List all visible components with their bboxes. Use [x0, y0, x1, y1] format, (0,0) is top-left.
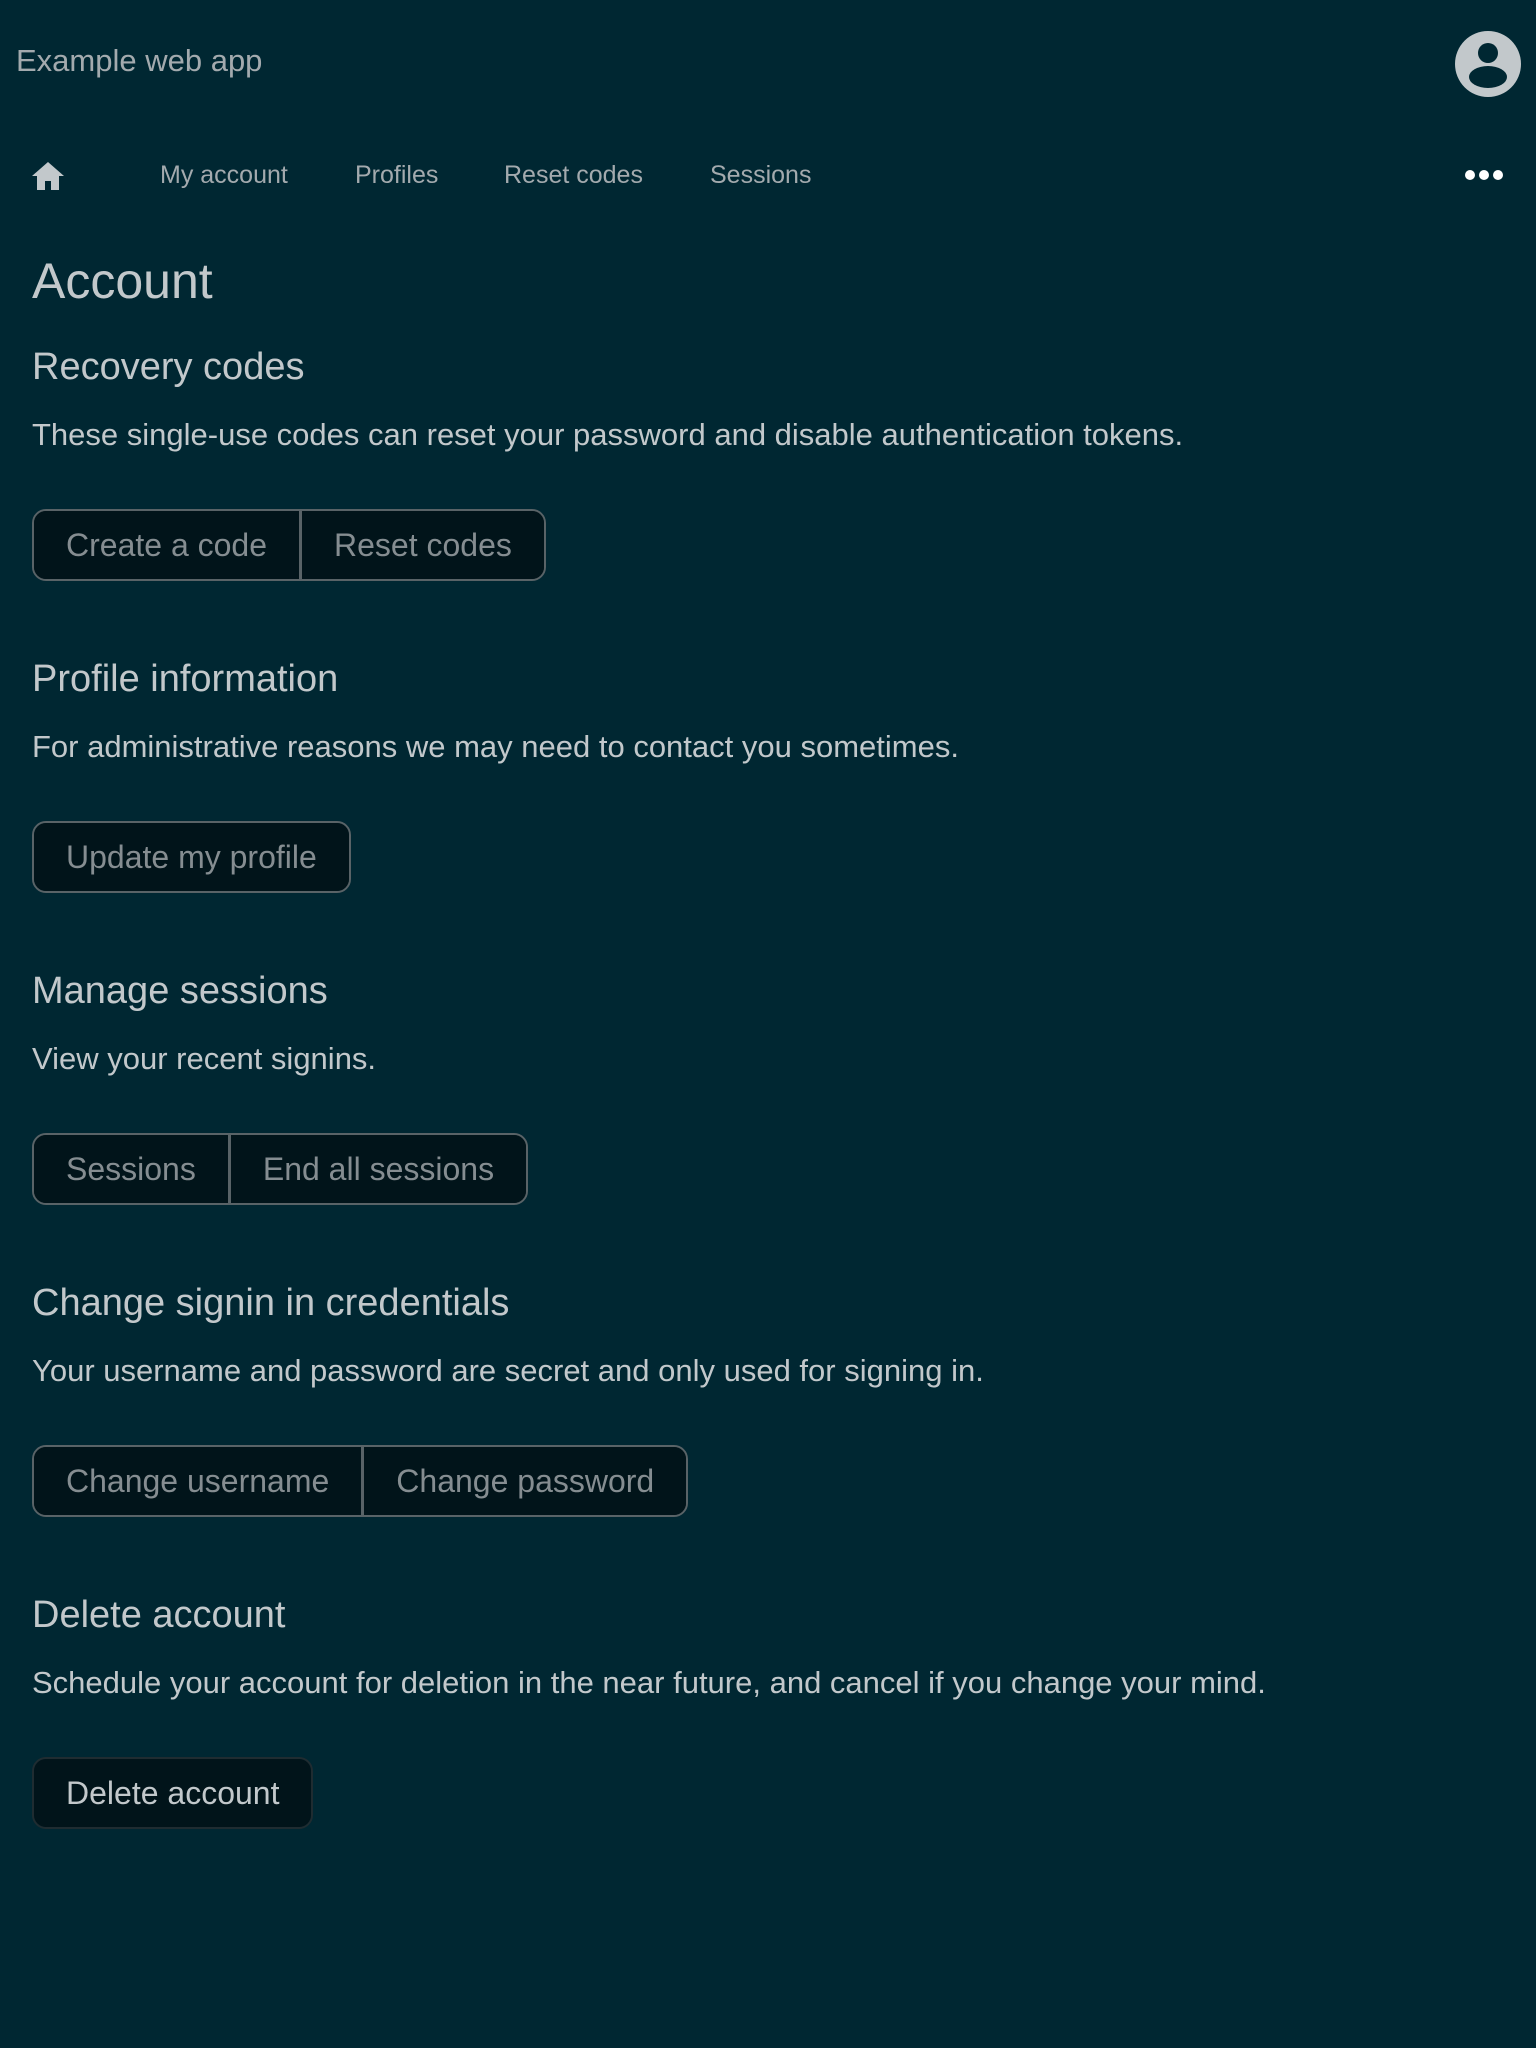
end-all-sessions-button[interactable]: End all sessions	[227, 1135, 527, 1203]
nav-item-my-account[interactable]: My account	[160, 160, 288, 190]
change-password-button[interactable]: Change password	[361, 1447, 687, 1515]
nav-item-profiles[interactable]: Profiles	[355, 160, 438, 190]
delete-account-heading: Delete account	[32, 1594, 286, 1636]
home-icon	[32, 162, 64, 190]
manage-sessions-heading: Manage sessions	[32, 970, 328, 1012]
update-profile-button[interactable]: Update my profile	[34, 823, 349, 891]
sessions-button-group: Sessions End all sessions	[32, 1133, 529, 1205]
create-code-button[interactable]: Create a code	[34, 511, 300, 579]
change-username-button[interactable]: Change username	[34, 1447, 362, 1515]
user-circle-icon	[1455, 31, 1521, 97]
app-title: Example web app	[16, 43, 263, 78]
page-title: Account	[32, 253, 213, 309]
main-nav: My account Profiles Reset codes Sessions	[0, 124, 1536, 226]
sessions-button[interactable]: Sessions	[34, 1135, 228, 1203]
app-header: Example web app	[0, 0, 1536, 124]
nav-item-reset-codes[interactable]: Reset codes	[504, 160, 643, 190]
nav-item-sessions[interactable]: Sessions	[710, 160, 811, 190]
more-horizontal-icon	[1465, 170, 1503, 180]
credentials-description: Your username and password are secret an…	[32, 1353, 984, 1388]
credentials-button-group: Change username Change password	[32, 1445, 689, 1517]
user-avatar-button[interactable]	[1455, 31, 1521, 97]
recovery-codes-description: These single-use codes can reset your pa…	[32, 417, 1184, 452]
recovery-codes-heading: Recovery codes	[32, 346, 305, 388]
credentials-heading: Change signin in credentials	[32, 1282, 510, 1324]
recovery-codes-button-group: Create a code Reset codes	[32, 509, 546, 581]
manage-sessions-description: View your recent signins.	[32, 1041, 377, 1076]
delete-account-button-group: Delete account	[32, 1757, 314, 1829]
nav-home-link[interactable]	[28, 156, 68, 196]
nav-more-button[interactable]	[1464, 162, 1504, 188]
delete-account-button[interactable]: Delete account	[34, 1759, 312, 1827]
delete-account-description: Schedule your account for deletion in th…	[32, 1665, 1266, 1700]
reset-codes-button[interactable]: Reset codes	[299, 511, 544, 579]
profile-information-description: For administrative reasons we may need t…	[32, 729, 959, 764]
profile-information-heading: Profile information	[32, 658, 339, 700]
profile-button-group: Update my profile	[32, 821, 351, 893]
